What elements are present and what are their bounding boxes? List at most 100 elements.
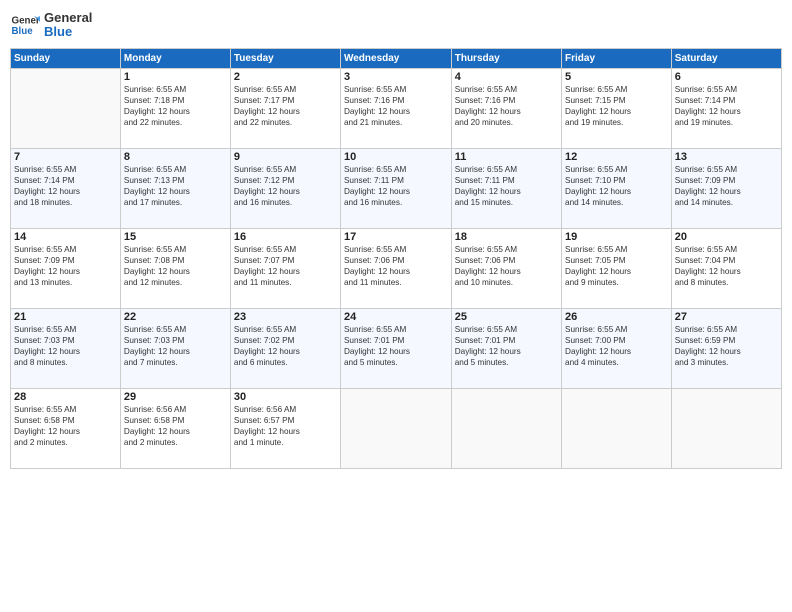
day-info: Sunrise: 6:55 AMSunset: 7:07 PMDaylight:… (234, 244, 337, 288)
weekday-monday: Monday (120, 49, 230, 69)
logo: General Blue General Blue (10, 10, 92, 40)
day-info: Sunrise: 6:55 AMSunset: 7:03 PMDaylight:… (124, 324, 227, 368)
day-cell-7: 7Sunrise: 6:55 AMSunset: 7:14 PMDaylight… (11, 149, 121, 229)
day-number: 30 (234, 391, 337, 403)
day-info: Sunrise: 6:55 AMSunset: 7:09 PMDaylight:… (675, 164, 778, 208)
weekday-header-row: SundayMondayTuesdayWednesdayThursdayFrid… (11, 49, 782, 69)
day-number: 14 (14, 231, 117, 243)
empty-cell (562, 389, 672, 469)
day-info: Sunrise: 6:55 AMSunset: 6:59 PMDaylight:… (675, 324, 778, 368)
day-number: 3 (344, 71, 448, 83)
day-cell-13: 13Sunrise: 6:55 AMSunset: 7:09 PMDayligh… (671, 149, 781, 229)
day-info: Sunrise: 6:55 AMSunset: 7:11 PMDaylight:… (344, 164, 448, 208)
day-info: Sunrise: 6:55 AMSunset: 7:18 PMDaylight:… (124, 84, 227, 128)
day-cell-26: 26Sunrise: 6:55 AMSunset: 7:00 PMDayligh… (562, 309, 672, 389)
day-info: Sunrise: 6:55 AMSunset: 7:04 PMDaylight:… (675, 244, 778, 288)
day-number: 26 (565, 311, 668, 323)
day-cell-23: 23Sunrise: 6:55 AMSunset: 7:02 PMDayligh… (230, 309, 340, 389)
day-cell-11: 11Sunrise: 6:55 AMSunset: 7:11 PMDayligh… (451, 149, 561, 229)
day-info: Sunrise: 6:55 AMSunset: 7:09 PMDaylight:… (14, 244, 117, 288)
day-number: 16 (234, 231, 337, 243)
day-info: Sunrise: 6:56 AMSunset: 6:57 PMDaylight:… (234, 404, 337, 448)
day-cell-24: 24Sunrise: 6:55 AMSunset: 7:01 PMDayligh… (340, 309, 451, 389)
day-cell-6: 6Sunrise: 6:55 AMSunset: 7:14 PMDaylight… (671, 69, 781, 149)
day-cell-17: 17Sunrise: 6:55 AMSunset: 7:06 PMDayligh… (340, 229, 451, 309)
day-info: Sunrise: 6:55 AMSunset: 7:11 PMDaylight:… (455, 164, 558, 208)
day-number: 4 (455, 71, 558, 83)
page: General Blue General Blue SundayMondayTu… (0, 0, 792, 612)
day-cell-22: 22Sunrise: 6:55 AMSunset: 7:03 PMDayligh… (120, 309, 230, 389)
day-number: 7 (14, 151, 117, 163)
day-info: Sunrise: 6:56 AMSunset: 6:58 PMDaylight:… (124, 404, 227, 448)
empty-cell (451, 389, 561, 469)
day-info: Sunrise: 6:55 AMSunset: 7:10 PMDaylight:… (565, 164, 668, 208)
day-info: Sunrise: 6:55 AMSunset: 7:02 PMDaylight:… (234, 324, 337, 368)
day-cell-4: 4Sunrise: 6:55 AMSunset: 7:16 PMDaylight… (451, 69, 561, 149)
day-number: 9 (234, 151, 337, 163)
day-cell-20: 20Sunrise: 6:55 AMSunset: 7:04 PMDayligh… (671, 229, 781, 309)
day-info: Sunrise: 6:55 AMSunset: 7:17 PMDaylight:… (234, 84, 337, 128)
day-info: Sunrise: 6:55 AMSunset: 7:16 PMDaylight:… (455, 84, 558, 128)
day-info: Sunrise: 6:55 AMSunset: 7:01 PMDaylight:… (455, 324, 558, 368)
day-info: Sunrise: 6:55 AMSunset: 7:05 PMDaylight:… (565, 244, 668, 288)
day-cell-12: 12Sunrise: 6:55 AMSunset: 7:10 PMDayligh… (562, 149, 672, 229)
day-cell-8: 8Sunrise: 6:55 AMSunset: 7:13 PMDaylight… (120, 149, 230, 229)
day-cell-18: 18Sunrise: 6:55 AMSunset: 7:06 PMDayligh… (451, 229, 561, 309)
weekday-tuesday: Tuesday (230, 49, 340, 69)
day-info: Sunrise: 6:55 AMSunset: 7:15 PMDaylight:… (565, 84, 668, 128)
day-cell-16: 16Sunrise: 6:55 AMSunset: 7:07 PMDayligh… (230, 229, 340, 309)
day-info: Sunrise: 6:55 AMSunset: 7:14 PMDaylight:… (14, 164, 117, 208)
day-cell-9: 9Sunrise: 6:55 AMSunset: 7:12 PMDaylight… (230, 149, 340, 229)
day-number: 22 (124, 311, 227, 323)
svg-text:Blue: Blue (12, 26, 34, 37)
day-number: 10 (344, 151, 448, 163)
weekday-friday: Friday (562, 49, 672, 69)
day-cell-14: 14Sunrise: 6:55 AMSunset: 7:09 PMDayligh… (11, 229, 121, 309)
day-number: 11 (455, 151, 558, 163)
day-info: Sunrise: 6:55 AMSunset: 7:06 PMDaylight:… (455, 244, 558, 288)
day-number: 24 (344, 311, 448, 323)
day-number: 17 (344, 231, 448, 243)
day-info: Sunrise: 6:55 AMSunset: 7:00 PMDaylight:… (565, 324, 668, 368)
week-row-1: 1Sunrise: 6:55 AMSunset: 7:18 PMDaylight… (11, 69, 782, 149)
day-number: 19 (565, 231, 668, 243)
weekday-thursday: Thursday (451, 49, 561, 69)
weekday-sunday: Sunday (11, 49, 121, 69)
day-number: 25 (455, 311, 558, 323)
day-info: Sunrise: 6:55 AMSunset: 7:01 PMDaylight:… (344, 324, 448, 368)
day-cell-21: 21Sunrise: 6:55 AMSunset: 7:03 PMDayligh… (11, 309, 121, 389)
day-cell-29: 29Sunrise: 6:56 AMSunset: 6:58 PMDayligh… (120, 389, 230, 469)
day-number: 29 (124, 391, 227, 403)
day-cell-25: 25Sunrise: 6:55 AMSunset: 7:01 PMDayligh… (451, 309, 561, 389)
week-row-2: 7Sunrise: 6:55 AMSunset: 7:14 PMDaylight… (11, 149, 782, 229)
calendar-table: SundayMondayTuesdayWednesdayThursdayFrid… (10, 48, 782, 469)
day-cell-5: 5Sunrise: 6:55 AMSunset: 7:15 PMDaylight… (562, 69, 672, 149)
day-cell-1: 1Sunrise: 6:55 AMSunset: 7:18 PMDaylight… (120, 69, 230, 149)
week-row-3: 14Sunrise: 6:55 AMSunset: 7:09 PMDayligh… (11, 229, 782, 309)
day-number: 20 (675, 231, 778, 243)
day-number: 21 (14, 311, 117, 323)
day-number: 18 (455, 231, 558, 243)
day-number: 2 (234, 71, 337, 83)
day-cell-3: 3Sunrise: 6:55 AMSunset: 7:16 PMDaylight… (340, 69, 451, 149)
day-info: Sunrise: 6:55 AMSunset: 7:16 PMDaylight:… (344, 84, 448, 128)
day-number: 15 (124, 231, 227, 243)
day-number: 13 (675, 151, 778, 163)
empty-cell (11, 69, 121, 149)
day-cell-10: 10Sunrise: 6:55 AMSunset: 7:11 PMDayligh… (340, 149, 451, 229)
header: General Blue General Blue (10, 10, 782, 40)
day-info: Sunrise: 6:55 AMSunset: 7:13 PMDaylight:… (124, 164, 227, 208)
day-info: Sunrise: 6:55 AMSunset: 7:03 PMDaylight:… (14, 324, 117, 368)
day-cell-19: 19Sunrise: 6:55 AMSunset: 7:05 PMDayligh… (562, 229, 672, 309)
day-number: 1 (124, 71, 227, 83)
day-info: Sunrise: 6:55 AMSunset: 6:58 PMDaylight:… (14, 404, 117, 448)
week-row-4: 21Sunrise: 6:55 AMSunset: 7:03 PMDayligh… (11, 309, 782, 389)
empty-cell (340, 389, 451, 469)
day-number: 23 (234, 311, 337, 323)
day-number: 12 (565, 151, 668, 163)
day-info: Sunrise: 6:55 AMSunset: 7:08 PMDaylight:… (124, 244, 227, 288)
day-cell-15: 15Sunrise: 6:55 AMSunset: 7:08 PMDayligh… (120, 229, 230, 309)
day-cell-2: 2Sunrise: 6:55 AMSunset: 7:17 PMDaylight… (230, 69, 340, 149)
logo-text-general: General (44, 11, 92, 25)
week-row-5: 28Sunrise: 6:55 AMSunset: 6:58 PMDayligh… (11, 389, 782, 469)
